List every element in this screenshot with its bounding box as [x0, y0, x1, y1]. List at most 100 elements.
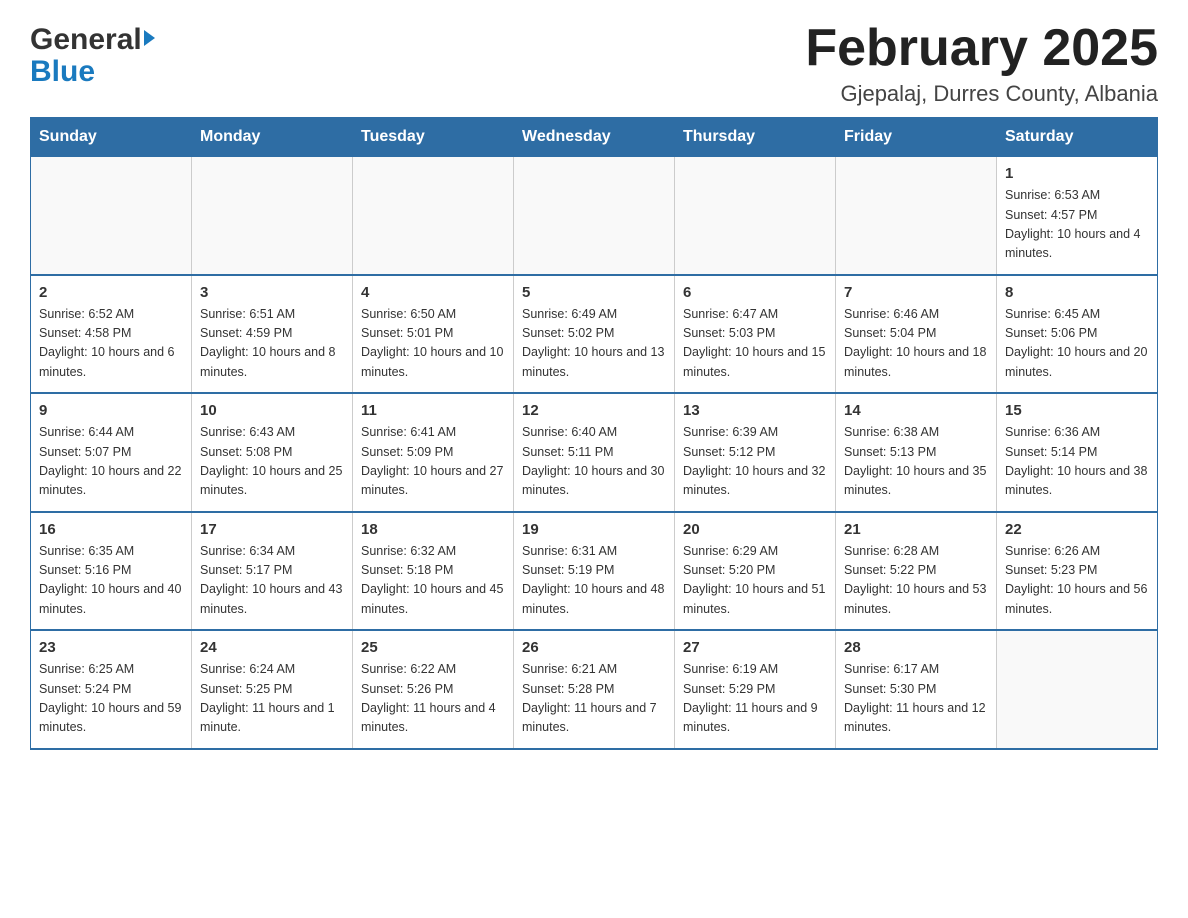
day-header-wednesday: Wednesday [514, 118, 675, 157]
day-info: Sunrise: 6:39 AMSunset: 5:12 PMDaylight:… [683, 423, 827, 501]
calendar-cell: 26 Sunrise: 6:21 AMSunset: 5:28 PMDayligh… [514, 630, 675, 749]
calendar-cell: 3 Sunrise: 6:51 AMSunset: 4:59 PMDaylight… [192, 275, 353, 394]
calendar-cell: 7 Sunrise: 6:46 AMSunset: 5:04 PMDaylight… [836, 275, 997, 394]
day-number: 11 [361, 402, 505, 419]
calendar-week-3: 9 Sunrise: 6:44 AMSunset: 5:07 PMDaylight… [31, 393, 1158, 512]
day-number: 25 [361, 639, 505, 656]
day-number: 10 [200, 402, 344, 419]
day-number: 15 [1005, 402, 1149, 419]
calendar-cell: 2Sunrise: 6:52 AMSunset: 4:58 PMDaylight… [31, 275, 192, 394]
calendar-cell: 12 Sunrise: 6:40 AMSunset: 5:11 PMDayligh… [514, 393, 675, 512]
day-header-sunday: Sunday [31, 118, 192, 157]
calendar-cell: 22Sunrise: 6:26 AMSunset: 5:23 PMDayligh… [997, 512, 1158, 631]
day-number: 6 [683, 284, 827, 301]
calendar-body: 1 Sunrise: 6:53 AMSunset: 4:57 PMDaylight… [31, 157, 1158, 749]
day-info: Sunrise: 6:38 AMSunset: 5:13 PMDaylight:… [844, 423, 988, 501]
day-info: Sunrise: 6:35 AMSunset: 5:16 PMDaylight:… [39, 542, 183, 620]
calendar-cell: 23 Sunrise: 6:25 AMSunset: 5:24 PMDayligh… [31, 630, 192, 749]
day-info: Sunrise: 6:53 AMSunset: 4:57 PMDaylight:… [1005, 186, 1149, 264]
day-info: Sunrise: 6:19 AMSunset: 5:29 PMDaylight:… [683, 660, 827, 738]
day-number: 9 [39, 402, 183, 419]
day-info: Sunrise: 6:43 AMSunset: 5:08 PMDaylight:… [200, 423, 344, 501]
day-number: 27 [683, 639, 827, 656]
day-number: 23 [39, 639, 183, 656]
day-info: Sunrise: 6:44 AMSunset: 5:07 PMDaylight:… [39, 423, 183, 501]
calendar-cell: 5Sunrise: 6:49 AMSunset: 5:02 PMDaylight… [514, 275, 675, 394]
day-info: Sunrise: 6:51 AMSunset: 4:59 PMDaylight:… [200, 305, 344, 383]
calendar-cell [353, 157, 514, 275]
day-number: 21 [844, 521, 988, 538]
day-number: 17 [200, 521, 344, 538]
logo-blue-text: Blue [30, 55, 95, 89]
calendar-cell: 24Sunrise: 6:24 AMSunset: 5:25 PMDayligh… [192, 630, 353, 749]
calendar-cell [836, 157, 997, 275]
calendar-subtitle: Gjepalaj, Durres County, Albania [805, 81, 1158, 107]
calendar-cell: 14Sunrise: 6:38 AMSunset: 5:13 PMDayligh… [836, 393, 997, 512]
day-info: Sunrise: 6:21 AMSunset: 5:28 PMDaylight:… [522, 660, 666, 738]
calendar-cell: 18Sunrise: 6:32 AMSunset: 5:18 PMDayligh… [353, 512, 514, 631]
day-info: Sunrise: 6:47 AMSunset: 5:03 PMDaylight:… [683, 305, 827, 383]
day-number: 26 [522, 639, 666, 656]
day-info: Sunrise: 6:40 AMSunset: 5:11 PMDaylight:… [522, 423, 666, 501]
calendar-cell: 21 Sunrise: 6:28 AMSunset: 5:22 PMDayligh… [836, 512, 997, 631]
calendar-header: SundayMondayTuesdayWednesdayThursdayFrid… [31, 118, 1158, 157]
day-number: 20 [683, 521, 827, 538]
calendar-cell: 16 Sunrise: 6:35 AMSunset: 5:16 PMDayligh… [31, 512, 192, 631]
calendar-table: SundayMondayTuesdayWednesdayThursdayFrid… [30, 117, 1158, 750]
day-info: Sunrise: 6:22 AMSunset: 5:26 PMDaylight:… [361, 660, 505, 738]
logo-general-text: General [30, 25, 142, 55]
day-info: Sunrise: 6:49 AMSunset: 5:02 PMDaylight:… [522, 305, 666, 383]
day-number: 3 [200, 284, 344, 301]
day-info: Sunrise: 6:41 AMSunset: 5:09 PMDaylight:… [361, 423, 505, 501]
day-info: Sunrise: 6:17 AMSunset: 5:30 PMDaylight:… [844, 660, 988, 738]
logo-triangle-icon [144, 30, 155, 46]
calendar-cell: 28Sunrise: 6:17 AMSunset: 5:30 PMDayligh… [836, 630, 997, 749]
day-number: 12 [522, 402, 666, 419]
calendar-cell: 19Sunrise: 6:31 AMSunset: 5:19 PMDayligh… [514, 512, 675, 631]
day-headers-row: SundayMondayTuesdayWednesdayThursdayFrid… [31, 118, 1158, 157]
day-number: 4 [361, 284, 505, 301]
day-info: Sunrise: 6:24 AMSunset: 5:25 PMDaylight:… [200, 660, 344, 738]
day-info: Sunrise: 6:50 AMSunset: 5:01 PMDaylight:… [361, 305, 505, 383]
logo: General Blue [30, 25, 155, 89]
calendar-cell: 10 Sunrise: 6:43 AMSunset: 5:08 PMDayligh… [192, 393, 353, 512]
day-info: Sunrise: 6:26 AMSunset: 5:23 PMDaylight:… [1005, 542, 1149, 620]
day-number: 8 [1005, 284, 1149, 301]
calendar-cell: 4 Sunrise: 6:50 AMSunset: 5:01 PMDaylight… [353, 275, 514, 394]
day-header-thursday: Thursday [675, 118, 836, 157]
calendar-cell [192, 157, 353, 275]
day-header-monday: Monday [192, 118, 353, 157]
day-info: Sunrise: 6:36 AMSunset: 5:14 PMDaylight:… [1005, 423, 1149, 501]
day-number: 18 [361, 521, 505, 538]
day-info: Sunrise: 6:29 AMSunset: 5:20 PMDaylight:… [683, 542, 827, 620]
day-info: Sunrise: 6:46 AMSunset: 5:04 PMDaylight:… [844, 305, 988, 383]
title-section: February 2025 Gjepalaj, Durres County, A… [805, 20, 1158, 107]
calendar-cell: 9 Sunrise: 6:44 AMSunset: 5:07 PMDaylight… [31, 393, 192, 512]
day-header-friday: Friday [836, 118, 997, 157]
day-info: Sunrise: 6:28 AMSunset: 5:22 PMDaylight:… [844, 542, 988, 620]
calendar-cell [514, 157, 675, 275]
calendar-week-1: 1 Sunrise: 6:53 AMSunset: 4:57 PMDaylight… [31, 157, 1158, 275]
calendar-cell: 15 Sunrise: 6:36 AMSunset: 5:14 PMDayligh… [997, 393, 1158, 512]
day-info: Sunrise: 6:52 AMSunset: 4:58 PMDaylight:… [39, 305, 183, 383]
calendar-cell: 6 Sunrise: 6:47 AMSunset: 5:03 PMDaylight… [675, 275, 836, 394]
calendar-week-5: 23 Sunrise: 6:25 AMSunset: 5:24 PMDayligh… [31, 630, 1158, 749]
day-info: Sunrise: 6:45 AMSunset: 5:06 PMDaylight:… [1005, 305, 1149, 383]
calendar-cell [31, 157, 192, 275]
calendar-cell [997, 630, 1158, 749]
calendar-cell: 11 Sunrise: 6:41 AMSunset: 5:09 PMDayligh… [353, 393, 514, 512]
day-number: 7 [844, 284, 988, 301]
day-number: 1 [1005, 165, 1149, 182]
day-number: 16 [39, 521, 183, 538]
calendar-week-2: 2Sunrise: 6:52 AMSunset: 4:58 PMDaylight… [31, 275, 1158, 394]
calendar-cell: 25 Sunrise: 6:22 AMSunset: 5:26 PMDayligh… [353, 630, 514, 749]
calendar-cell [675, 157, 836, 275]
day-number: 19 [522, 521, 666, 538]
calendar-week-4: 16 Sunrise: 6:35 AMSunset: 5:16 PMDayligh… [31, 512, 1158, 631]
calendar-cell: 27 Sunrise: 6:19 AMSunset: 5:29 PMDayligh… [675, 630, 836, 749]
calendar-cell: 17Sunrise: 6:34 AMSunset: 5:17 PMDayligh… [192, 512, 353, 631]
calendar-cell: 1 Sunrise: 6:53 AMSunset: 4:57 PMDaylight… [997, 157, 1158, 275]
day-info: Sunrise: 6:25 AMSunset: 5:24 PMDaylight:… [39, 660, 183, 738]
day-header-tuesday: Tuesday [353, 118, 514, 157]
day-header-saturday: Saturday [997, 118, 1158, 157]
